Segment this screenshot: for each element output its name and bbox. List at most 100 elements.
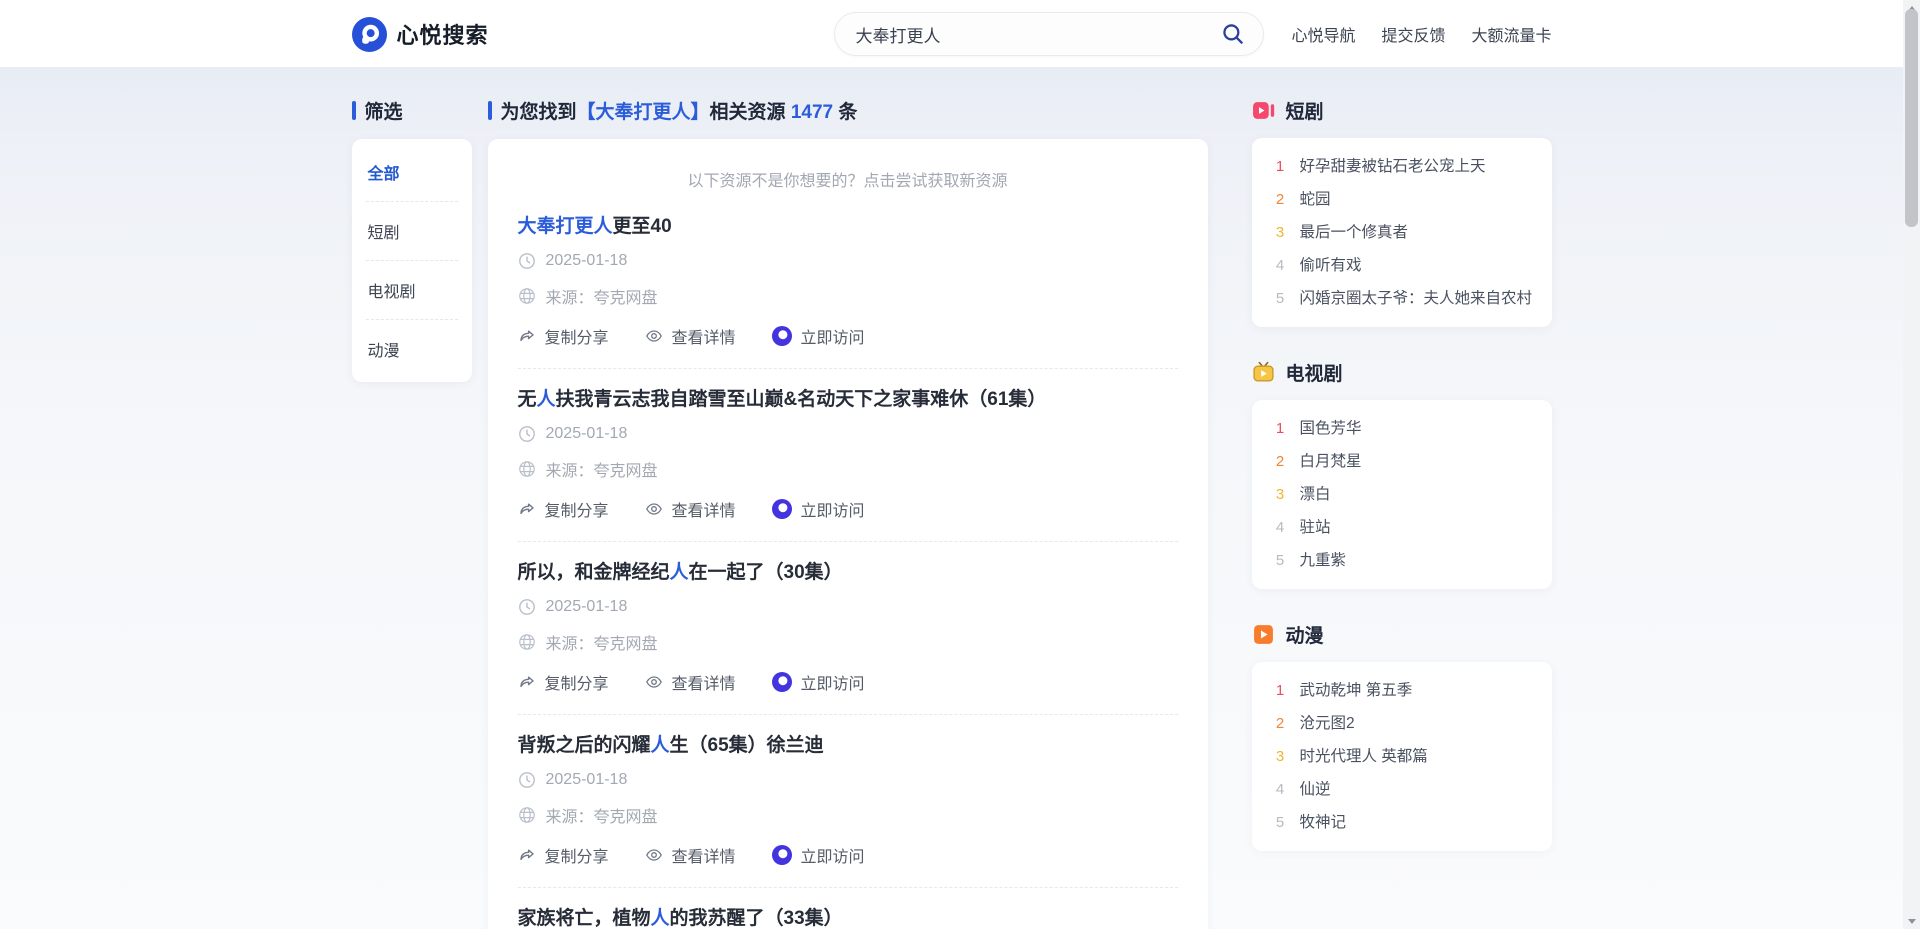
results-list: 大奉打更人更至40 2025-01-18 来源：夸克网盘 bbox=[518, 215, 1178, 929]
filter-item-tv-series[interactable]: 电视剧 bbox=[366, 261, 458, 320]
share-icon bbox=[518, 500, 536, 518]
result-title[interactable]: 无人扶我青云志我自踏雪至山巅&名动天下之家事难休（61集） bbox=[518, 388, 1178, 411]
page: 心悦搜索 心悦导航 提交反馈 大额流量卡 bbox=[0, 0, 1903, 929]
highlighted-text: 【大奉打更人】 bbox=[577, 102, 710, 123]
search-box bbox=[834, 12, 1264, 56]
rank-number: 2 bbox=[1274, 191, 1287, 208]
result-title[interactable]: 所以，和金牌经纪人在一起了（30集） bbox=[518, 561, 1178, 584]
rank-number: 2 bbox=[1274, 715, 1287, 732]
visit-now-button[interactable]: 立即访问 bbox=[772, 324, 865, 348]
view-detail-button[interactable]: 查看详情 bbox=[645, 670, 736, 694]
rank-number: 3 bbox=[1274, 486, 1287, 503]
view-detail-button[interactable]: 查看详情 bbox=[645, 497, 736, 521]
ranking-list: 1 国色芳华 2 白月梵星 3 漂白 4 驻站 5 九重紫 bbox=[1252, 400, 1552, 589]
visit-now-button[interactable]: 立即访问 bbox=[772, 670, 865, 694]
results-card: 以下资源不是你想要的？点击尝试获取新资源 大奉打更人更至40 2025-01-1… bbox=[488, 139, 1208, 929]
copy-share-button[interactable]: 复制分享 bbox=[518, 670, 609, 694]
rank-label: 武动乾坤 第五季 bbox=[1300, 682, 1413, 699]
ranking-list: 1 武动乾坤 第五季 2 沧元图2 3 时光代理人 英都篇 4 仙逆 5 牧神记 bbox=[1252, 662, 1552, 851]
rank-label: 牧神记 bbox=[1300, 814, 1347, 831]
header: 心悦搜索 心悦导航 提交反馈 大额流量卡 bbox=[0, 0, 1903, 68]
ranking-item[interactable]: 2 沧元图2 bbox=[1274, 707, 1530, 740]
view-detail-label: 查看详情 bbox=[672, 324, 736, 348]
visit-now-button[interactable]: 立即访问 bbox=[772, 843, 865, 867]
plain-text: 条 bbox=[833, 102, 857, 123]
rank-label: 沧元图2 bbox=[1300, 715, 1355, 732]
result-source: 来源：夸克网盘 bbox=[546, 457, 658, 481]
ranking-item[interactable]: 1 好孕甜妻被钻石老公宠上天 bbox=[1274, 150, 1530, 183]
plain-text: 无 bbox=[518, 389, 537, 410]
plain-text: 在一起了（30集） bbox=[689, 562, 843, 583]
brand-name: 心悦搜索 bbox=[397, 18, 489, 50]
ranking-item[interactable]: 1 国色芳华 bbox=[1274, 412, 1530, 445]
nav-link-navigation[interactable]: 心悦导航 bbox=[1291, 22, 1355, 46]
view-detail-button[interactable]: 查看详情 bbox=[645, 324, 736, 348]
view-detail-label: 查看详情 bbox=[672, 497, 736, 521]
result-title[interactable]: 家族将亡，植物人的我苏醒了（33集） bbox=[518, 907, 1178, 929]
ranking-item[interactable]: 4 偷听有戏 bbox=[1274, 249, 1530, 282]
ranking-item[interactable]: 2 蛇园 bbox=[1274, 183, 1530, 216]
scrollbar-thumb[interactable] bbox=[1905, 9, 1918, 227]
highlighted-text: 1477 bbox=[791, 102, 833, 123]
rank-label: 九重紫 bbox=[1300, 552, 1347, 569]
tv-icon bbox=[1252, 361, 1275, 384]
quark-disc-icon bbox=[772, 845, 792, 865]
ranking-item[interactable]: 3 时光代理人 英都篇 bbox=[1274, 740, 1530, 773]
rankings-panel: 短剧 1 好孕甜妻被钻石老公宠上天 2 蛇园 3 最后一个修真者 4 偷听有戏 … bbox=[1252, 98, 1552, 929]
eye-icon bbox=[645, 500, 663, 518]
result-source: 来源：夸克网盘 bbox=[546, 284, 658, 308]
search-input[interactable] bbox=[855, 24, 1219, 44]
filter-item-anime[interactable]: 动漫 bbox=[366, 320, 458, 378]
plain-text: 的我苏醒了（33集） bbox=[670, 908, 843, 929]
copy-share-label: 复制分享 bbox=[545, 497, 609, 521]
highlighted-text: 人 bbox=[537, 389, 556, 410]
scroll-down-arrow[interactable] bbox=[1903, 913, 1920, 929]
visit-now-button[interactable]: 立即访问 bbox=[772, 497, 865, 521]
ranking-item[interactable]: 5 牧神记 bbox=[1274, 806, 1530, 839]
filter-item-short-drama[interactable]: 短剧 bbox=[366, 202, 458, 261]
copy-share-button[interactable]: 复制分享 bbox=[518, 324, 609, 348]
search-button[interactable] bbox=[1219, 20, 1247, 48]
nav-link-data-card[interactable]: 大额流量卡 bbox=[1471, 22, 1551, 46]
clock-icon bbox=[518, 771, 536, 789]
refresh-notice[interactable]: 以下资源不是你想要的？点击尝试获取新资源 bbox=[518, 167, 1178, 191]
nav-link-feedback[interactable]: 提交反馈 bbox=[1381, 22, 1445, 46]
ranking-item[interactable]: 3 漂白 bbox=[1274, 478, 1530, 511]
share-icon bbox=[518, 327, 536, 345]
view-detail-button[interactable]: 查看详情 bbox=[645, 843, 736, 867]
scrollbar[interactable] bbox=[1903, 0, 1920, 929]
quark-disc-icon bbox=[772, 326, 792, 346]
result-title[interactable]: 背叛之后的闪耀人生（65集）徐兰迪 bbox=[518, 734, 1178, 757]
ranking-item[interactable]: 3 最后一个修真者 bbox=[1274, 216, 1530, 249]
clock-icon bbox=[518, 598, 536, 616]
ranking-section-anime: 动漫 1 武动乾坤 第五季 2 沧元图2 3 时光代理人 英都篇 4 仙逆 5 … bbox=[1252, 622, 1552, 851]
plain-text: 更至40 bbox=[613, 216, 672, 237]
result-date: 2025-01-18 bbox=[546, 771, 628, 789]
rank-label: 白月梵星 bbox=[1300, 453, 1362, 470]
ranking-item[interactable]: 5 闪婚京圈太子爷：夫人她来自农村 bbox=[1274, 282, 1530, 315]
ranking-item[interactable]: 2 白月梵星 bbox=[1274, 445, 1530, 478]
rank-number: 1 bbox=[1274, 682, 1287, 699]
filter-item-all[interactable]: 全部 bbox=[366, 143, 458, 202]
ranking-item[interactable]: 5 九重紫 bbox=[1274, 544, 1530, 577]
ranking-title: 动漫 bbox=[1286, 621, 1324, 648]
copy-share-button[interactable]: 复制分享 bbox=[518, 843, 609, 867]
rank-label: 仙逆 bbox=[1300, 781, 1331, 798]
result-title[interactable]: 大奉打更人更至40 bbox=[518, 215, 1178, 238]
results-panel: 为您找到【大奉打更人】相关资源 1477 条 以下资源不是你想要的？点击尝试获取… bbox=[488, 98, 1208, 929]
highlighted-text: 人 bbox=[651, 908, 670, 929]
result-divider bbox=[518, 714, 1178, 715]
rank-label: 偷听有戏 bbox=[1300, 257, 1362, 274]
rank-label: 好孕甜妻被钻石老公宠上天 bbox=[1300, 158, 1486, 175]
plain-text: 家族将亡，植物 bbox=[518, 908, 651, 929]
ranking-item[interactable]: 4 驻站 bbox=[1274, 511, 1530, 544]
ranking-item[interactable]: 1 武动乾坤 第五季 bbox=[1274, 674, 1530, 707]
accent-bar bbox=[352, 101, 356, 120]
brand-logo[interactable]: 心悦搜索 bbox=[352, 17, 489, 52]
copy-share-button[interactable]: 复制分享 bbox=[518, 497, 609, 521]
plain-text: 为您找到 bbox=[501, 102, 577, 123]
globe-icon bbox=[518, 287, 536, 305]
result-date: 2025-01-18 bbox=[546, 425, 628, 443]
ranking-item[interactable]: 4 仙逆 bbox=[1274, 773, 1530, 806]
rank-label: 时光代理人 英都篇 bbox=[1300, 748, 1428, 765]
